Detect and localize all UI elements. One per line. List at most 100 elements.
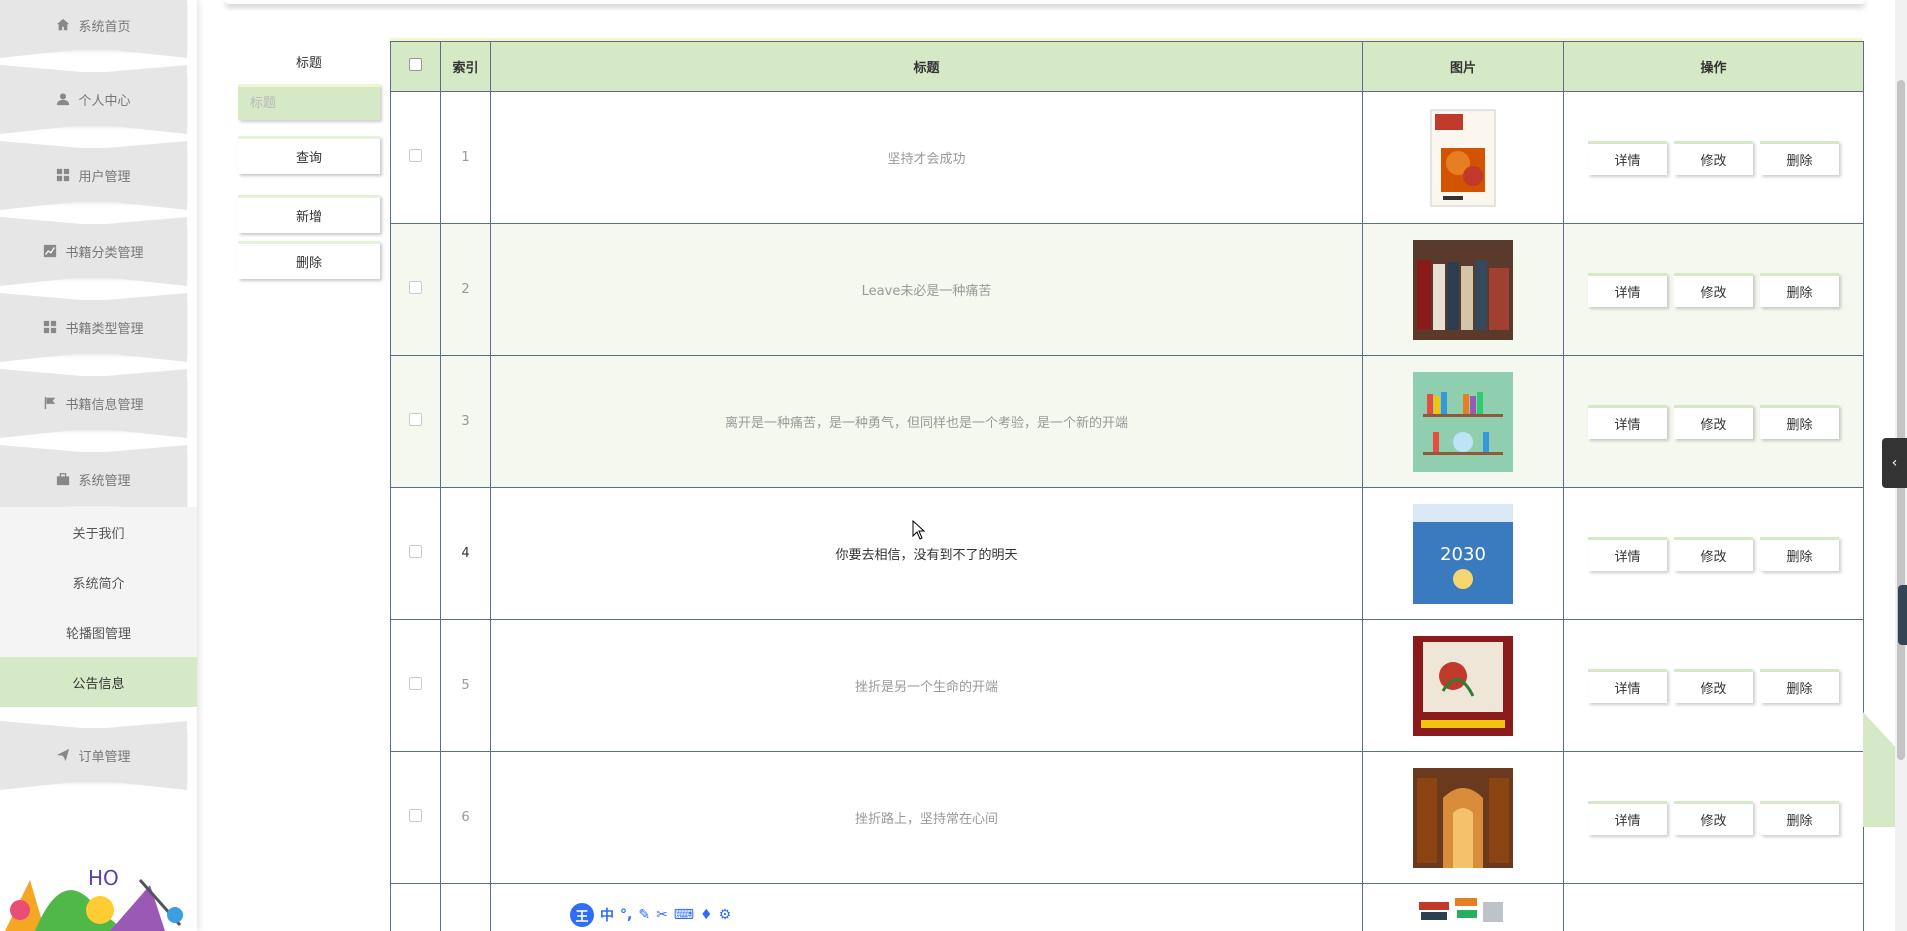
briefcase-icon [57,473,70,486]
menu-system-management[interactable]: 系统管理 [0,445,187,514]
ime-keyboard-icon[interactable]: ⌨ [674,907,694,923]
header-index: 索引 [440,41,491,92]
delete-button[interactable]: 删除 [1760,404,1839,439]
book-stack-image[interactable] [1413,887,1513,931]
ime-scissors-icon[interactable]: ✂ [656,907,668,923]
home-icon [57,18,70,31]
row-index: 2 [440,223,491,356]
edit-button[interactable]: 修改 [1674,272,1753,307]
row-title: 离开是一种痛苦，是一种勇气，但同样也是一个考验，是一个新的开端 [490,355,1363,488]
menu-book-type[interactable]: 书籍类型管理 [0,293,187,362]
page-scrollbar-thumb[interactable] [1897,80,1905,760]
delete-button[interactable]: 删除 [1760,272,1839,307]
menu-user-management[interactable]: 用户管理 [0,141,187,210]
row-actions: 详情 修改 删除 [1563,91,1864,224]
menu-order-management[interactable]: 订单管理 [0,721,187,790]
menu-book-category[interactable]: 书籍分类管理 [0,217,187,286]
detail-button[interactable]: 详情 [1588,404,1667,439]
menu-book-type-label: 书籍类型管理 [65,321,144,337]
edit-button[interactable]: 修改 [1674,800,1753,835]
row-image-cell [1362,223,1564,356]
menu-system-management-label: 系统管理 [78,473,131,489]
edit-button[interactable]: 修改 [1674,668,1753,703]
book-cover-trend-image[interactable]: 2030 [1413,503,1513,604]
magazine-cover-image[interactable] [1413,108,1513,208]
submenu-about-us[interactable]: 关于我们 [0,507,197,557]
menu-book-info[interactable]: 书籍信息管理 [0,369,187,438]
search-label: 标题 [295,56,322,71]
title-search-input[interactable] [238,84,380,120]
delete-button[interactable]: 删除 [1760,536,1839,571]
book-cover-red-image[interactable] [1413,635,1513,736]
bookshelf-photo-image[interactable] [1413,239,1513,340]
ime-punctuation-icon[interactable]: °, [620,907,632,923]
row-checkbox[interactable] [409,545,422,558]
row-image-cell [1362,751,1564,884]
floating-side-widget[interactable] [1898,585,1907,645]
delete-button[interactable]: 删除 [1760,800,1839,835]
collapse-panel-button[interactable]: ‹ [1882,438,1907,488]
send-icon [57,748,70,762]
header-title: 标题 [490,41,1363,92]
library-photo-image[interactable] [1413,767,1513,868]
row-checkbox[interactable] [409,677,422,690]
select-all-cell [390,41,441,92]
row-actions: 详情 修改 删除 [1563,223,1864,356]
announcement-table: 索引 标题 图片 操作 1 坚持才会成功 详情 修改 删除 2 Leave未必是… [390,41,1864,931]
menu-book-info-label: 书籍信息管理 [65,397,144,413]
app-root: 系统首页 个人中心 用户管理 书籍分类管理 书籍类型管理 书籍信息管理 系统管理… [0,0,1907,931]
ime-logo-icon[interactable]: 王 [570,903,594,927]
row-index: 5 [440,619,491,752]
row-image-cell [1362,355,1564,488]
row-checkbox[interactable] [409,809,422,822]
menu-home[interactable]: 系统首页 [0,0,187,58]
add-button[interactable]: 新增 [238,195,380,233]
table-header-row: 索引 标题 图片 操作 [390,41,1864,92]
header-image: 图片 [1362,41,1564,92]
row-actions: 详情 修改 删除 [1563,355,1864,488]
menu-personal-center[interactable]: 个人中心 [0,65,187,134]
ime-settings-icon[interactable]: ⚙ [719,907,732,923]
detail-button[interactable]: 详情 [1588,272,1667,307]
row-index: 3 [440,355,491,488]
ime-mode-toggle[interactable]: 中 [600,905,614,925]
menu-user-management-label: 用户管理 [78,169,131,185]
row-actions: 详情 修改 删除 [1563,619,1864,752]
row-title: 坚持才会成功 [490,91,1363,224]
table-row: 3 离开是一种痛苦，是一种勇气，但同样也是一个考验，是一个新的开端 详情 修改 … [390,355,1864,488]
menu-book-category-label: 书籍分类管理 [65,245,144,261]
detail-button[interactable]: 详情 [1588,668,1667,703]
mascot-illustration: HO [5,866,183,931]
decorative-green-shape [1863,712,1895,827]
ime-skin-icon[interactable]: ♦ [700,907,713,923]
delete-button[interactable]: 删除 [1760,140,1839,175]
row-checkbox[interactable] [409,149,422,162]
row-title: 挫折是另一个生命的开端 [490,619,1363,752]
submenu-announcements[interactable]: 公告信息 [0,657,197,707]
chart-icon [44,244,57,258]
submenu-carousel[interactable]: 轮播图管理 [0,607,197,657]
query-button[interactable]: 查询 [238,136,380,174]
header-actions: 操作 [1563,41,1864,92]
select-all-checkbox[interactable] [409,58,422,71]
table-row: 5 挫折是另一个生命的开端 详情 修改 删除 [390,619,1864,752]
chevron-left-icon: ‹ [1891,455,1898,471]
row-checkbox[interactable] [409,281,422,294]
row-image-cell [1362,91,1564,224]
row-checkbox[interactable] [409,413,422,426]
detail-button[interactable]: 详情 [1588,800,1667,835]
submenu-system-intro[interactable]: 系统简介 [0,557,197,607]
detail-button[interactable]: 详情 [1588,536,1667,571]
bookshelf-illustration-image[interactable] [1413,371,1513,472]
ime-handwriting-icon[interactable]: ✎ [638,907,650,923]
batch-delete-button[interactable]: 删除 [238,241,380,279]
flag-icon [45,396,56,410]
edit-button[interactable]: 修改 [1674,140,1753,175]
edit-button[interactable]: 修改 [1674,536,1753,571]
detail-button[interactable]: 详情 [1588,140,1667,175]
ime-toolbar: 王 中 °, ✎ ✂ ⌨ ♦ ⚙ [566,902,766,928]
table-row: 2 Leave未必是一种痛苦 详情 修改 删除 [390,223,1864,356]
delete-button[interactable]: 删除 [1760,668,1839,703]
row-image-cell [1362,883,1564,931]
edit-button[interactable]: 修改 [1674,404,1753,439]
